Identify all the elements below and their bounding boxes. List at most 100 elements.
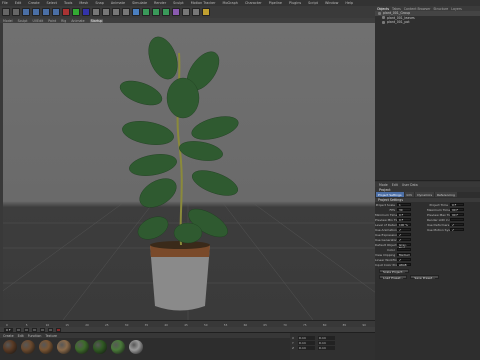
array-icon[interactable] xyxy=(162,8,170,16)
attr-value-field[interactable]: Gray-Blue xyxy=(397,242,411,250)
attr-value-field[interactable]: 1 xyxy=(397,202,411,206)
size-field[interactable]: 0 cm xyxy=(318,345,335,350)
pen-icon[interactable] xyxy=(142,8,150,16)
floor-icon[interactable] xyxy=(182,8,190,16)
material-swatch[interactable] xyxy=(129,340,143,354)
subdivision-icon[interactable] xyxy=(152,8,160,16)
select-icon[interactable] xyxy=(22,8,30,16)
menu-item-pipeline[interactable]: Pipeline xyxy=(269,1,282,5)
attr-tab-referencing[interactable]: Referencing xyxy=(435,192,457,197)
attr-menu-edit[interactable]: Edit xyxy=(392,183,398,187)
material-menu-texture[interactable]: Texture xyxy=(45,334,57,338)
attr-value-field[interactable]: 90 F xyxy=(450,212,464,216)
attr-value-field[interactable] xyxy=(450,217,464,222)
deformer-icon[interactable] xyxy=(172,8,180,16)
menu-item-plugins[interactable]: Plugins xyxy=(289,1,301,5)
menu-item-create[interactable]: Create xyxy=(28,1,39,5)
timeline[interactable]: 0 5 10 15 20 25 30 35 40 45 50 55 60 65 70 75 80 85 90 0 F xyxy=(0,320,375,333)
menu-item-simulate[interactable]: Simulate xyxy=(132,1,147,5)
attr-value-field[interactable]: ✔ xyxy=(397,257,411,261)
x-axis-icon[interactable] xyxy=(62,8,70,16)
attr-tab-project-settings[interactable]: Project Settings xyxy=(376,192,404,197)
material-swatch[interactable] xyxy=(21,340,35,354)
attr-value-field[interactable]: 0 F xyxy=(397,212,411,216)
mode-sculpt[interactable]: Sculpt xyxy=(18,19,28,23)
attr-value-field[interactable]: ✔ xyxy=(450,227,464,231)
mode-paint[interactable]: Paint xyxy=(48,19,56,23)
tab-structure[interactable]: Structure xyxy=(433,7,448,11)
material-menu-function[interactable]: Function xyxy=(28,334,42,338)
attr-value-field[interactable]: ✔ xyxy=(450,222,464,226)
render-settings-icon[interactable] xyxy=(122,8,130,16)
attr-value-field[interactable]: ✔ xyxy=(397,227,411,231)
menu-item-mesh[interactable]: Mesh xyxy=(79,1,88,5)
menu-item-help[interactable]: Help xyxy=(345,1,353,5)
material-swatch[interactable] xyxy=(57,340,71,354)
menu-item-select[interactable]: Select xyxy=(47,1,57,5)
attr-value-field[interactable]: sRGB xyxy=(397,262,411,266)
mode-uvedit[interactable]: UVEdit xyxy=(33,19,44,23)
menu-item-edit[interactable]: Edit xyxy=(15,1,22,5)
menu-item-motion-tracker[interactable]: Motion Tracker xyxy=(191,1,216,5)
material-swatch[interactable] xyxy=(39,340,53,354)
tab-takes[interactable]: Takes xyxy=(392,7,401,11)
material-swatch[interactable] xyxy=(75,340,89,354)
mode-rig[interactable]: Rig xyxy=(61,19,66,23)
tab-layers[interactable]: Layers xyxy=(451,7,462,11)
attr-menu-user-data[interactable]: User Data xyxy=(402,183,418,187)
render-view-icon[interactable] xyxy=(102,8,110,16)
attr-value-field[interactable]: Medium xyxy=(397,252,411,256)
material-menu-create[interactable]: Create xyxy=(3,334,14,338)
y-axis-icon[interactable] xyxy=(72,8,80,16)
attr-tab-info[interactable]: Info xyxy=(404,192,415,197)
rotate-icon[interactable] xyxy=(52,8,60,16)
material-swatch[interactable] xyxy=(3,340,17,354)
material-menu-edit[interactable]: Edit xyxy=(18,334,24,338)
coordinate-icon[interactable] xyxy=(92,8,100,16)
attr-value-field[interactable] xyxy=(397,247,411,252)
menu-item-animate[interactable]: Animate xyxy=(111,1,125,5)
menu-item-file[interactable]: File xyxy=(2,1,8,5)
attr-value-field[interactable]: 0 F xyxy=(397,217,411,221)
position-field[interactable]: 0 cm xyxy=(298,345,315,350)
undo-icon[interactable] xyxy=(2,8,10,16)
menu-item-render[interactable]: Render xyxy=(154,1,166,5)
scale-icon[interactable] xyxy=(42,8,50,16)
attr-value-field[interactable]: 0 F xyxy=(450,202,464,206)
material-swatch[interactable] xyxy=(111,340,125,354)
menu-item-mograph[interactable]: MoGraph xyxy=(223,1,238,5)
redo-icon[interactable] xyxy=(12,8,20,16)
menu-item-window[interactable]: Window xyxy=(325,1,338,5)
tab-objects[interactable]: Objects xyxy=(377,7,389,11)
attr-value-field[interactable]: ✔ xyxy=(397,232,411,236)
mode-startup[interactable]: Startup xyxy=(89,18,104,23)
light-icon[interactable] xyxy=(202,8,210,16)
material-swatch[interactable] xyxy=(93,340,107,354)
size-field[interactable]: 0 cm xyxy=(318,340,335,345)
mode-animate[interactable]: Animate xyxy=(71,19,84,23)
menu-item-sculpt[interactable]: Sculpt xyxy=(173,1,184,5)
attr-value-field[interactable]: ✔ xyxy=(397,237,411,241)
position-field[interactable]: 0 cm xyxy=(298,335,315,340)
position-field[interactable]: 0 cm xyxy=(298,340,315,345)
attr-value-field[interactable]: 100 % xyxy=(397,222,411,226)
scale-project-button[interactable]: Scale Project... xyxy=(379,269,410,274)
menu-item-snap[interactable]: Snap xyxy=(95,1,104,5)
move-icon[interactable] xyxy=(32,8,40,16)
render-icon[interactable] xyxy=(112,8,120,16)
menu-item-character[interactable]: Character xyxy=(245,1,262,5)
cube-icon[interactable] xyxy=(132,8,140,16)
timeline-ruler[interactable]: 0 5 10 15 20 25 30 35 40 45 50 55 60 65 70 75 80 85 90 xyxy=(0,321,375,327)
size-field[interactable]: 0 cm xyxy=(318,335,335,340)
mode-model[interactable]: Model xyxy=(3,19,13,23)
z-axis-icon[interactable] xyxy=(82,8,90,16)
perspective-viewport[interactable] xyxy=(3,23,375,320)
object-row[interactable]: plant_001_pot xyxy=(375,20,480,25)
attr-tab-dynamics[interactable]: Dynamics xyxy=(415,192,435,197)
tab-content-browser[interactable]: Content Browser xyxy=(404,7,431,11)
attr-value-field[interactable]: 90 F xyxy=(450,207,464,211)
camera-icon[interactable] xyxy=(192,8,200,16)
save-preset-button[interactable]: Save Preset... xyxy=(410,275,439,280)
attr-menu-mode[interactable]: Mode xyxy=(379,183,388,187)
menu-item-script[interactable]: Script xyxy=(308,1,318,5)
